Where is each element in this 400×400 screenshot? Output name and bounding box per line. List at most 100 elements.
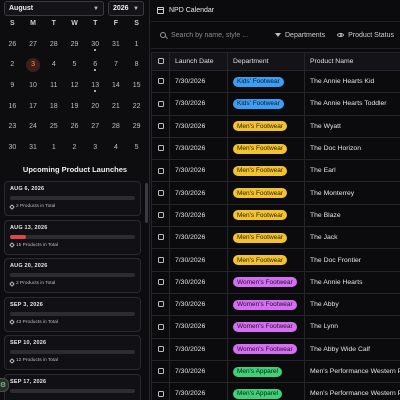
calendar-day[interactable]: 29 — [126, 116, 147, 137]
row-checkbox[interactable] — [157, 100, 164, 107]
product-name-cell[interactable]: The Earl — [304, 159, 400, 183]
calendar-day[interactable]: 1 — [126, 34, 147, 55]
product-name-cell[interactable]: The Abby Wide Calf — [304, 337, 400, 361]
row-checkbox[interactable] — [157, 256, 164, 263]
calendar-day[interactable]: 19 — [64, 96, 85, 117]
departments-filter[interactable]: Departments — [275, 32, 325, 39]
product-name-cell[interactable]: Men's Performance Western Pearl — [304, 382, 400, 400]
calendar-day[interactable]: 15 — [126, 75, 147, 96]
calendar-day[interactable]: 30 — [2, 137, 23, 158]
row-checkbox[interactable] — [157, 122, 164, 129]
product-name-cell[interactable]: The Doc Frontier — [304, 248, 400, 272]
table-row[interactable]: 7/30/2026 Men's Footwear The Wyatt — [151, 114, 400, 138]
col-header-product-name[interactable]: Product Name — [304, 52, 400, 71]
table-row[interactable]: 7/30/2026 Kids' Footwear The Annie Hearts … — [151, 92, 400, 116]
calendar-day[interactable]: 27 — [23, 34, 44, 55]
calendar-day[interactable]: 2 — [64, 137, 85, 158]
product-name-cell[interactable]: The Doc Horizon — [304, 136, 400, 161]
table-row[interactable]: 7/30/2026 Men's Apparel Men's Performance … — [151, 359, 400, 384]
row-checkbox[interactable] — [157, 345, 164, 352]
calendar-day[interactable]: 1 — [43, 137, 64, 158]
table-row[interactable]: 7/30/2026 Men's Footwear The Doc Horizon — [151, 136, 400, 161]
calendar-day[interactable]: 28 — [106, 116, 127, 137]
calendar-day[interactable]: 11 — [43, 75, 64, 96]
calendar-day[interactable]: 22 — [126, 96, 147, 117]
col-header-department[interactable]: Department — [227, 52, 305, 71]
table-row[interactable]: 7/30/2026 Kids' Footwear The Annie Hearts … — [151, 69, 400, 94]
calendar-day[interactable]: 26 — [2, 34, 23, 55]
row-checkbox[interactable] — [157, 234, 164, 241]
product-name-cell[interactable]: The Blaze — [304, 203, 400, 228]
calendar-day[interactable]: 30 — [85, 34, 106, 55]
row-checkbox[interactable] — [157, 323, 164, 330]
calendar-day[interactable]: 17 — [23, 96, 44, 117]
row-checkbox[interactable] — [157, 279, 164, 286]
search-input[interactable] — [171, 31, 263, 39]
row-checkbox[interactable] — [157, 301, 164, 308]
status-filter[interactable]: Product Status — [337, 32, 394, 39]
table-row[interactable]: 7/30/2026 Men's Footwear The Monterrey — [151, 181, 400, 205]
calendar-day[interactable]: 13 — [85, 75, 106, 96]
calendar-day[interactable]: 5 — [126, 137, 147, 158]
col-header-launch-date[interactable]: Launch Date — [169, 52, 228, 71]
calendar-day[interactable]: 6 — [85, 55, 106, 76]
table-row[interactable]: 7/30/2026 Men's Apparel Men's Performance … — [151, 382, 400, 400]
calendar-day[interactable]: 5 — [64, 55, 85, 76]
table-row[interactable]: 7/30/2026 Men's Footwear The Jack — [151, 226, 400, 250]
table-row[interactable]: 7/30/2026 Women's Footwear The Abby — [151, 292, 400, 317]
calendar-day[interactable]: 26 — [64, 116, 85, 137]
calendar-day[interactable]: 10 — [23, 75, 44, 96]
calendar-day[interactable]: 9 — [2, 75, 23, 96]
calendar-day[interactable]: 29 — [64, 34, 85, 55]
calendar-day[interactable]: 27 — [85, 116, 106, 137]
launch-card[interactable]: SEP 17, 2026 — [4, 373, 141, 400]
product-name-cell[interactable]: The Abby — [304, 292, 400, 317]
calendar-day[interactable]: 4 — [106, 137, 127, 158]
launch-card[interactable]: SEP 10, 2026 12 Products in Total — [4, 335, 141, 370]
calendar-day-today[interactable]: 3 — [23, 55, 44, 76]
row-checkbox[interactable] — [157, 78, 164, 85]
calendar-day[interactable]: 25 — [43, 116, 64, 137]
row-checkbox[interactable] — [157, 167, 164, 174]
calendar-day[interactable]: 20 — [85, 96, 106, 117]
launch-list-scrollbar[interactable] — [145, 181, 148, 400]
table-row[interactable]: 7/30/2026 Men's Footwear The Blaze — [151, 203, 400, 228]
product-name-cell[interactable]: The Lynn — [304, 315, 400, 339]
calendar-day[interactable]: 23 — [2, 116, 23, 137]
calendar-day[interactable]: 31 — [23, 137, 44, 158]
calendar-day[interactable]: 31 — [106, 34, 127, 55]
launch-card[interactable]: SEP 3, 2026 43 Products in Total — [4, 296, 141, 332]
row-checkbox[interactable] — [157, 390, 164, 397]
row-checkbox[interactable] — [157, 212, 164, 219]
row-checkbox[interactable] — [157, 368, 164, 375]
table-row[interactable]: 7/30/2026 Men's Footwear The Earl — [151, 159, 400, 183]
calendar-day[interactable]: 8 — [126, 55, 147, 76]
table-row[interactable]: 7/30/2026 Men's Footwear The Doc Frontier — [151, 248, 400, 272]
row-checkbox[interactable] — [157, 189, 164, 196]
table-row[interactable]: 7/30/2026 Women's Footwear The Lynn — [151, 315, 400, 339]
calendar-day[interactable]: 28 — [43, 34, 64, 55]
calendar-day[interactable]: 18 — [43, 96, 64, 117]
calendar-day[interactable]: 4 — [43, 55, 64, 76]
launch-card[interactable]: AUG 6, 2026 2 Products in Total — [4, 181, 141, 216]
launch-card[interactable]: AUG 13, 2026 15 Products in Total — [4, 219, 141, 255]
calendar-day[interactable]: 24 — [23, 116, 44, 137]
month-select[interactable]: August ▼ — [4, 1, 104, 16]
table-row[interactable]: 7/30/2026 Women's Footwear The Annie Heart… — [151, 270, 400, 294]
calendar-day[interactable]: 21 — [106, 96, 127, 117]
select-all-checkbox[interactable] — [157, 58, 164, 65]
product-name-cell[interactable]: The Jack — [304, 226, 400, 250]
product-name-cell[interactable]: The Annie Hearts Toddler — [304, 92, 400, 116]
calendar-day[interactable]: 16 — [2, 96, 23, 117]
product-name-cell[interactable]: The Annie Hearts — [304, 270, 400, 294]
product-name-cell[interactable]: Men's Performance Western Pearl Snap — [304, 359, 400, 384]
calendar-day[interactable]: 3 — [85, 137, 106, 158]
calendar-day[interactable]: 12 — [64, 75, 85, 96]
launch-card[interactable]: AUG 20, 2026 2 Products in Total — [4, 258, 141, 293]
year-select[interactable]: 2026 ▼ — [108, 1, 144, 16]
product-name-cell[interactable]: The Monterrey — [304, 181, 400, 205]
calendar-day[interactable]: 7 — [106, 55, 127, 76]
product-name-cell[interactable]: The Annie Hearts Kid — [304, 69, 400, 94]
row-checkbox[interactable] — [157, 145, 164, 152]
scrollbar-thumb[interactable] — [145, 183, 148, 223]
